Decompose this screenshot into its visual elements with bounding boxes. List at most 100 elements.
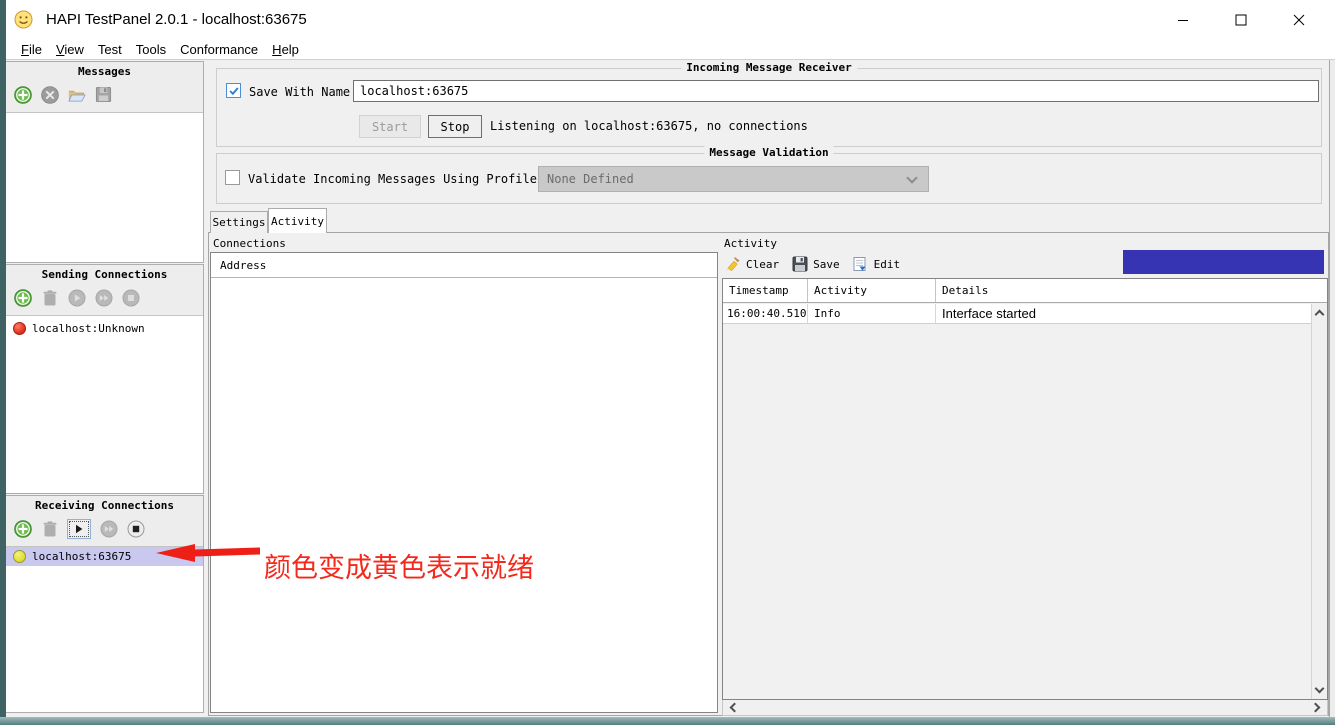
sending-connections-title: Sending Connections xyxy=(6,265,203,284)
add-icon xyxy=(14,520,32,538)
start-all-sending-button[interactable] xyxy=(94,288,113,307)
save-disk-icon xyxy=(792,256,808,272)
start-all-receiving-button[interactable] xyxy=(99,519,118,538)
red-arrow-icon xyxy=(152,541,264,565)
menu-item-view[interactable]: View xyxy=(49,42,91,57)
trash-icon xyxy=(42,520,58,538)
add-icon xyxy=(14,86,32,104)
activity-table-header: Timestamp Activity Details xyxy=(723,279,1327,303)
window-title: HAPI TestPanel 2.0.1 - localhost:63675 xyxy=(46,11,307,28)
menu-item-file[interactable]: File xyxy=(14,42,49,57)
progress-bar xyxy=(1123,250,1324,274)
vertical-scrollbar[interactable] xyxy=(1311,304,1327,699)
sending-connections-section: Sending Connections xyxy=(6,264,204,494)
connections-panel-title: Connections xyxy=(213,237,286,250)
validate-incoming-label: Validate Incoming Messages Using Profile… xyxy=(248,172,588,186)
edit-activity-button[interactable] xyxy=(852,256,869,273)
clear-activity-button[interactable] xyxy=(724,256,741,273)
close-icon xyxy=(1293,14,1305,26)
status-red-icon xyxy=(13,322,26,335)
receiving-connections-section: Receiving Connections xyxy=(6,495,204,713)
receiving-connections-list: localhost:63675 xyxy=(6,546,203,712)
connections-table-body[interactable] xyxy=(211,279,717,712)
connections-table-header[interactable]: Address xyxy=(211,253,717,278)
stop-sending-connection-button[interactable] xyxy=(121,288,140,307)
play-circle-icon xyxy=(68,289,86,307)
menu-item-tools[interactable]: Tools xyxy=(129,42,173,57)
details-column-header[interactable]: Details xyxy=(936,279,1311,302)
trash-icon xyxy=(42,289,58,307)
receiving-connections-title: Receiving Connections xyxy=(6,496,203,515)
minimize-icon xyxy=(1177,14,1189,26)
maximize-icon xyxy=(1235,14,1247,26)
broom-icon xyxy=(725,256,741,272)
new-message-button[interactable] xyxy=(13,85,32,104)
menu-item-test[interactable]: Test xyxy=(91,42,129,57)
horizontal-scrollbar[interactable] xyxy=(722,700,1328,716)
stop-receiving-connection-button[interactable] xyxy=(126,519,145,538)
stop-circle-icon xyxy=(127,520,145,538)
annotation-text: 颜色变成黄色表示就绪 xyxy=(264,546,534,585)
activity-table-row[interactable]: 16:00:40.510 Info Interface started xyxy=(723,304,1311,324)
add-receiving-connection-button[interactable] xyxy=(13,519,32,538)
delete-sending-connection-button[interactable] xyxy=(40,288,59,307)
stop-button[interactable]: Stop xyxy=(428,115,482,138)
sending-connection-row[interactable]: localhost:Unknown xyxy=(6,319,203,338)
maximize-button[interactable] xyxy=(1218,4,1264,36)
add-sending-connection-button[interactable] xyxy=(13,288,32,307)
message-validation-group: Message Validation Validate Incoming Mes… xyxy=(216,153,1322,204)
start-receiving-connection-button[interactable] xyxy=(67,519,91,539)
save-with-name-checkbox[interactable] xyxy=(226,83,241,98)
scroll-left-icon[interactable] xyxy=(730,703,740,713)
stop-circle-icon xyxy=(122,289,140,307)
window-bottom-edge xyxy=(0,717,1335,725)
connections-table: Address xyxy=(210,252,718,713)
add-icon xyxy=(14,289,32,307)
activity-row-details: Interface started xyxy=(936,304,1311,323)
timestamp-column-header[interactable]: Timestamp xyxy=(723,279,808,302)
start-sending-connection-button[interactable] xyxy=(67,288,86,307)
save-activity-button[interactable] xyxy=(791,256,808,273)
message-validation-group-title: Message Validation xyxy=(704,146,833,159)
save-message-button[interactable] xyxy=(94,85,113,104)
save-button-label[interactable]: Save xyxy=(813,258,840,271)
receiver-name-input[interactable] xyxy=(353,80,1319,102)
title-bar: HAPI TestPanel 2.0.1 - localhost:63675 xyxy=(6,0,1335,40)
activity-panel-title: Activity xyxy=(724,237,777,250)
start-button[interactable]: Start xyxy=(359,115,421,138)
tab-activity[interactable]: Activity xyxy=(268,208,327,233)
tab-settings[interactable]: Settings xyxy=(210,211,268,233)
clear-button-label[interactable]: Clear xyxy=(746,258,779,271)
delete-receiving-connection-button[interactable] xyxy=(40,519,59,538)
close-button[interactable] xyxy=(1276,4,1322,36)
messages-list[interactable] xyxy=(6,112,203,262)
status-yellow-icon xyxy=(13,550,26,563)
window-right-edge xyxy=(1329,60,1335,717)
incoming-receiver-group-title: Incoming Message Receiver xyxy=(681,61,857,74)
menu-item-help[interactable]: Help xyxy=(265,42,306,57)
fast-forward-circle-icon xyxy=(100,520,118,538)
scroll-down-icon[interactable] xyxy=(1315,684,1325,694)
open-message-button[interactable] xyxy=(67,85,86,104)
chevron-down-icon xyxy=(906,172,917,183)
menu-item-conformance[interactable]: Conformance xyxy=(173,42,265,57)
checkmark-icon xyxy=(228,85,240,97)
fast-forward-circle-icon xyxy=(95,289,113,307)
receiving-connection-label: localhost:63675 xyxy=(32,550,131,563)
scroll-up-icon[interactable] xyxy=(1315,310,1325,320)
profile-group-dropdown[interactable]: None Defined xyxy=(538,166,929,192)
edit-button-label[interactable]: Edit xyxy=(874,258,901,271)
activity-column-header[interactable]: Activity xyxy=(808,279,936,302)
messages-section-title: Messages xyxy=(6,62,203,81)
remove-message-button[interactable] xyxy=(40,85,59,104)
minimize-button[interactable] xyxy=(1160,4,1206,36)
open-folder-icon xyxy=(67,86,86,104)
validate-incoming-checkbox[interactable] xyxy=(225,170,240,185)
scroll-right-icon[interactable] xyxy=(1311,703,1321,713)
sending-connections-toolbar xyxy=(6,284,203,311)
sending-connection-label: localhost:Unknown xyxy=(32,322,145,335)
address-column-header: Address xyxy=(220,259,266,272)
save-disk-icon xyxy=(95,86,112,103)
edit-document-icon xyxy=(852,256,868,272)
smiley-app-icon xyxy=(14,10,33,29)
